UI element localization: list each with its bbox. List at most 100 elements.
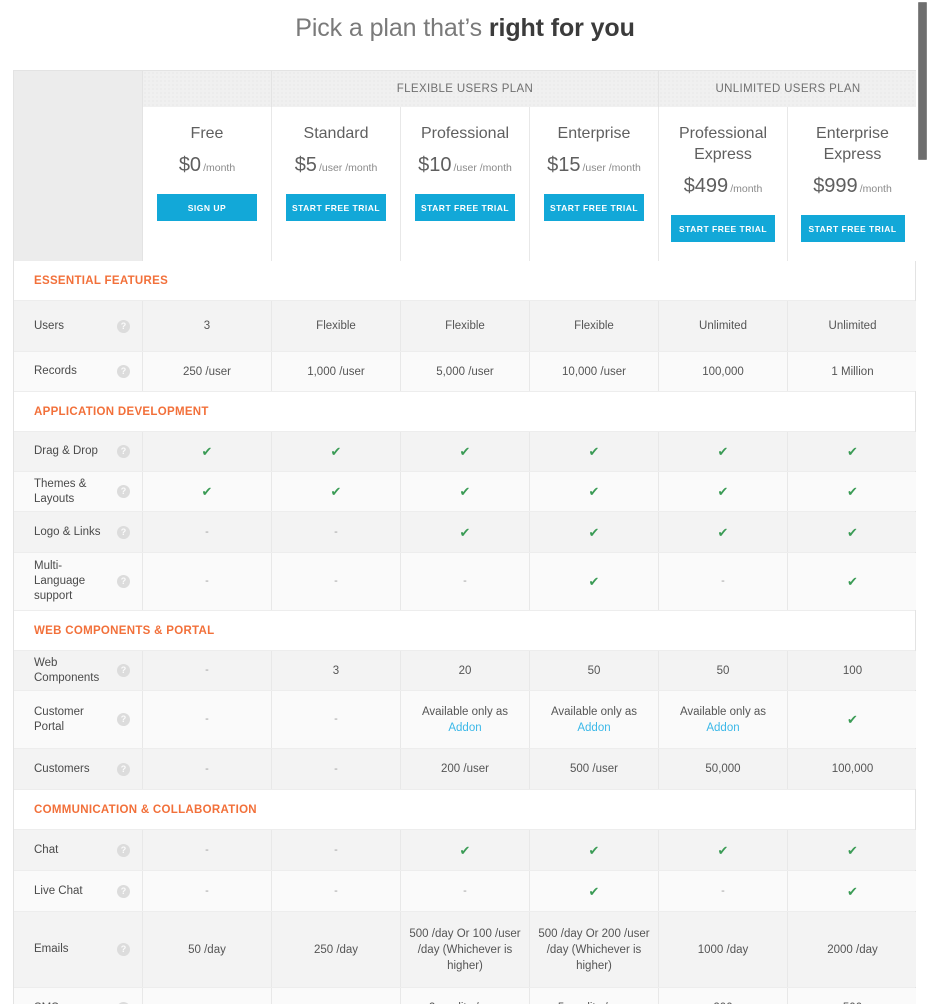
table-row: Customers? - - 200 /user 500 /user 50,000 100,… xyxy=(14,749,917,790)
help-icon[interactable]: ? xyxy=(117,713,130,726)
table-row: Logo & Links? - - ✔ ✔ ✔ ✔ xyxy=(14,512,917,553)
scrollbar-thumb[interactable] xyxy=(918,2,927,160)
value-cell: 3 xyxy=(143,301,272,351)
value-cell: 2000 /day xyxy=(788,912,917,987)
cta-button-free[interactable]: SIGN UP xyxy=(157,194,257,221)
value-cell: Flexible xyxy=(401,301,530,351)
feature-label: Users xyxy=(34,319,65,332)
plan-amount: $999 xyxy=(813,175,858,197)
feature-label: SMS xyxy=(34,1001,111,1004)
page-title-bold: right for you xyxy=(488,14,635,42)
help-icon[interactable]: ? xyxy=(117,664,130,677)
check-icon: ✔ xyxy=(588,444,600,459)
value-text: Flexible xyxy=(316,320,356,332)
value-cell: - xyxy=(143,830,272,870)
value-text: 10,000 /user xyxy=(562,365,626,378)
section-title: WEB COMPONENTS & PORTAL xyxy=(34,624,215,637)
feature-label: Web Components xyxy=(34,656,100,684)
help-icon[interactable]: ? xyxy=(117,525,130,539)
value-cell: ✔ xyxy=(788,830,917,870)
value-cell: 1,000 /user xyxy=(272,352,401,391)
dash-icon: - xyxy=(205,762,209,775)
addon-link[interactable]: Addon xyxy=(577,722,610,734)
value-cell: ✔ xyxy=(659,432,788,471)
plan-unit: /user /month xyxy=(453,162,512,174)
check-icon: ✔ xyxy=(330,484,342,499)
value-cell: 50 /day xyxy=(143,912,272,987)
feature-sections: ESSENTIAL FEATURES Users? 3 Flexible Flexibl… xyxy=(14,261,917,1004)
help-icon[interactable]: ? xyxy=(117,884,130,898)
value-cell: ✔ xyxy=(401,830,530,870)
table-row: Chat? - - ✔ ✔ ✔ ✔ xyxy=(14,830,917,871)
value-text: 1 Million xyxy=(831,365,874,378)
cta-button-professional-express[interactable]: START FREE TRIAL xyxy=(671,215,775,242)
vertical-scrollbar[interactable] xyxy=(916,0,930,1004)
value-text: Flexible xyxy=(445,320,485,332)
check-icon: ✔ xyxy=(459,444,471,459)
table-row: Themes & Layouts? ✔ ✔ ✔ ✔ ✔ ✔ xyxy=(14,472,917,512)
plan-amount: $10 xyxy=(418,154,452,176)
help-icon[interactable]: ? xyxy=(117,575,130,588)
value-cell: ✔ xyxy=(788,432,917,471)
help-icon[interactable]: ? xyxy=(117,485,130,498)
value-cell: 50,000 xyxy=(659,749,788,789)
dash-icon: - xyxy=(334,575,338,587)
value-cell: 20 xyxy=(401,651,530,690)
check-icon: ✔ xyxy=(847,444,858,459)
value-text: 2 credits /user xyxy=(429,1000,501,1004)
value-text: 500 xyxy=(843,1000,862,1004)
table-row: Customer Portal? - - Available only as Addon… xyxy=(14,691,917,749)
addon-link[interactable]: Addon xyxy=(706,722,739,734)
value-cell: - xyxy=(272,553,401,610)
feature-name-cell: Customer Portal? xyxy=(14,691,143,748)
value-text: 20 xyxy=(458,664,472,677)
plan-price: $499/month xyxy=(684,175,763,198)
plan-unit: /month xyxy=(203,162,236,174)
help-icon[interactable]: ? xyxy=(117,843,130,857)
cta-button-professional[interactable]: START FREE TRIAL xyxy=(415,194,515,221)
value-text: 500 /day Or 100 /user /day (Whichever is… xyxy=(409,927,521,972)
value-cell: Unlimited xyxy=(788,301,917,351)
addon-link[interactable]: Addon xyxy=(448,722,481,734)
value-cell: - xyxy=(659,871,788,911)
dash-icon: - xyxy=(463,884,467,897)
value-cell: - xyxy=(143,651,272,690)
dash-icon: - xyxy=(334,525,338,538)
table-row: SMS?--2 credits /user5 credits /user2005… xyxy=(14,988,917,1004)
check-icon: ✔ xyxy=(717,444,729,459)
plan-card-professional-express: Professional Express $499/month START FREE… xyxy=(659,107,788,261)
value-cell: ✔ xyxy=(530,871,659,911)
section-header: COMMUNICATION & COLLABORATION xyxy=(14,790,915,830)
value-text: 200 /user xyxy=(441,763,489,775)
band-flexible-users-plan: FLEXIBLE USERS PLAN xyxy=(272,71,659,107)
addon-prefix: Available only as xyxy=(550,705,638,718)
cta-button-enterprise[interactable]: START FREE TRIAL xyxy=(544,194,644,221)
value-cell: 200 xyxy=(659,988,788,1004)
value-cell: 100 xyxy=(788,651,917,690)
value-cell: - xyxy=(272,830,401,870)
value-cell: ✔ xyxy=(272,432,401,471)
help-icon[interactable]: ? xyxy=(117,943,130,956)
table-row: Drag & Drop? ✔ ✔ ✔ ✔ ✔ ✔ xyxy=(14,432,917,472)
band-corner-blank xyxy=(14,71,143,107)
feature-name-cell: SMS? xyxy=(14,988,143,1004)
addon-note: Available only as Addon xyxy=(422,704,508,736)
value-text: 250 /day xyxy=(313,943,359,956)
help-icon[interactable]: ? xyxy=(117,762,130,776)
value-cell: ✔ xyxy=(659,472,788,511)
plan-price: $5/user /month xyxy=(295,154,378,177)
value-cell: ✔ xyxy=(530,472,659,511)
help-icon[interactable]: ? xyxy=(117,319,130,333)
plan-price: $15/user /month xyxy=(547,154,641,177)
value-cell: - xyxy=(659,553,788,610)
cta-button-enterprise-express[interactable]: START FREE TRIAL xyxy=(800,215,905,242)
value-cell: - xyxy=(272,512,401,552)
plan-amount: $15 xyxy=(547,154,581,176)
value-cell: 500 /day Or 200 /user /day (Whichever is… xyxy=(530,912,659,987)
value-text: 1,000 /user xyxy=(307,365,365,378)
help-icon[interactable]: ? xyxy=(117,445,130,458)
value-cell: 1000 /day xyxy=(659,912,788,987)
cta-button-standard[interactable]: START FREE TRIAL xyxy=(286,194,386,221)
help-icon[interactable]: ? xyxy=(117,365,130,378)
plan-amount: $5 xyxy=(294,154,317,176)
